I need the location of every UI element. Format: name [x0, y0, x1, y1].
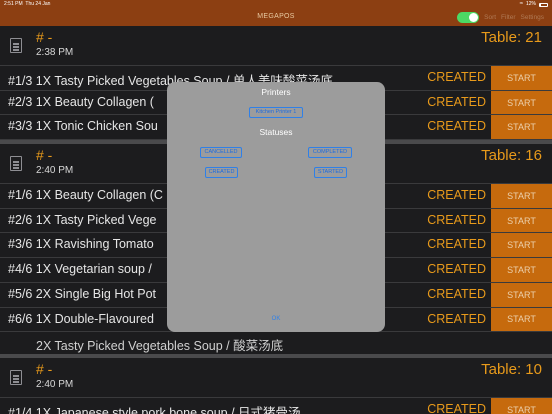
start-button[interactable]: START: [491, 208, 552, 233]
status-cancelled[interactable]: CANCELLED: [200, 147, 242, 158]
start-button[interactable]: START: [491, 258, 552, 282]
battery-icon: [539, 2, 548, 7]
statuses-heading: Statuses: [259, 127, 293, 137]
order-number: # -: [36, 361, 53, 378]
status-bar: 2:51 PM Thu 24 Jan ≈ 12%: [0, 0, 552, 9]
item-status: CREATED: [427, 402, 486, 414]
order-time: 2:40 PM: [36, 379, 74, 391]
item-status: CREATED: [427, 286, 486, 301]
settings-button[interactable]: Settings: [521, 14, 545, 21]
ok-button[interactable]: OK: [167, 316, 385, 322]
filter-modal: Printers Kitchen Printer 1 Statuses CANC…: [167, 82, 385, 332]
item-status: CREATED: [427, 94, 486, 109]
sort-label[interactable]: Sort: [484, 14, 496, 21]
document-icon: [10, 370, 22, 386]
status-right: ≈ 12%: [520, 0, 548, 9]
order-header: # - 2:38 PM Table: 21: [0, 26, 552, 66]
start-button[interactable]: START: [491, 115, 552, 140]
order-header: # - 2:40 PM Table: 10: [0, 358, 552, 399]
nav-bar: MEGAPOS Sort Filter Settings: [0, 9, 552, 26]
item-status: CREATED: [427, 119, 486, 134]
order-number: # -: [36, 29, 53, 45]
start-button[interactable]: START: [491, 307, 552, 332]
item-text: #2/3 1X Beauty Collagen (: [8, 94, 154, 109]
order-subitem: 2X Tasty Picked Vegetables Soup / 酸菜汤底: [0, 332, 552, 354]
start-button[interactable]: START: [491, 66, 552, 90]
filter-button[interactable]: Filter: [501, 14, 515, 21]
status-started[interactable]: STARTED: [314, 167, 347, 178]
battery-percent: 12%: [525, 1, 536, 7]
item-text: #2/6 1X Tasty Picked Vege: [8, 212, 157, 227]
item-text: #1/6 1X Beauty Collagen (C: [8, 188, 163, 203]
item-text: #4/6 1X Vegetarian soup /: [8, 262, 152, 277]
item-text: #6/6 1X Double-Flavoured: [8, 311, 154, 326]
status-created[interactable]: CREATED: [205, 167, 238, 178]
start-button[interactable]: START: [491, 233, 552, 258]
item-status: CREATED: [427, 212, 486, 227]
status-time: 2:51 PM Thu 24 Jan: [4, 1, 51, 7]
start-button[interactable]: START: [491, 184, 552, 208]
order-time: 2:38 PM: [36, 47, 74, 58]
printer-option[interactable]: Kitchen Printer 1: [249, 107, 303, 118]
printers-heading: Printers: [261, 87, 291, 97]
item-text: #3/3 1X Tonic Chicken Sou: [8, 119, 158, 134]
item-text: #3/6 1X Ravishing Tomato: [8, 237, 154, 252]
start-button[interactable]: START: [491, 398, 552, 414]
item-status: CREATED: [427, 237, 486, 252]
start-button[interactable]: START: [491, 90, 552, 115]
order-table: Table: 21: [481, 29, 542, 46]
wifi-icon: ≈: [519, 1, 523, 7]
item-status: CREATED: [427, 262, 486, 277]
item-status: CREATED: [427, 70, 486, 84]
item-status: CREATED: [427, 311, 486, 326]
item-text: #1/4 1X Japanese style pork bone soup / …: [8, 406, 301, 414]
order-table: Table: 16: [481, 147, 542, 165]
start-button[interactable]: START: [491, 282, 552, 307]
order-table: Table: 10: [481, 361, 542, 379]
order-item: #1/4 1X Japanese style pork bone soup / …: [0, 398, 552, 414]
document-icon: [10, 38, 22, 53]
order-number: # -: [36, 147, 53, 164]
document-icon: [10, 156, 22, 172]
nav-actions: Sort Filter Settings: [457, 12, 544, 23]
item-text: #5/6 2X Single Big Hot Pot: [8, 286, 157, 301]
status-completed[interactable]: COMPLETED: [308, 147, 352, 158]
sort-toggle[interactable]: [457, 12, 480, 23]
subitem-text: 2X Tasty Picked Vegetables Soup / 酸菜汤底: [36, 339, 284, 354]
item-status: CREATED: [427, 188, 486, 203]
order-time: 2:40 PM: [36, 165, 74, 177]
